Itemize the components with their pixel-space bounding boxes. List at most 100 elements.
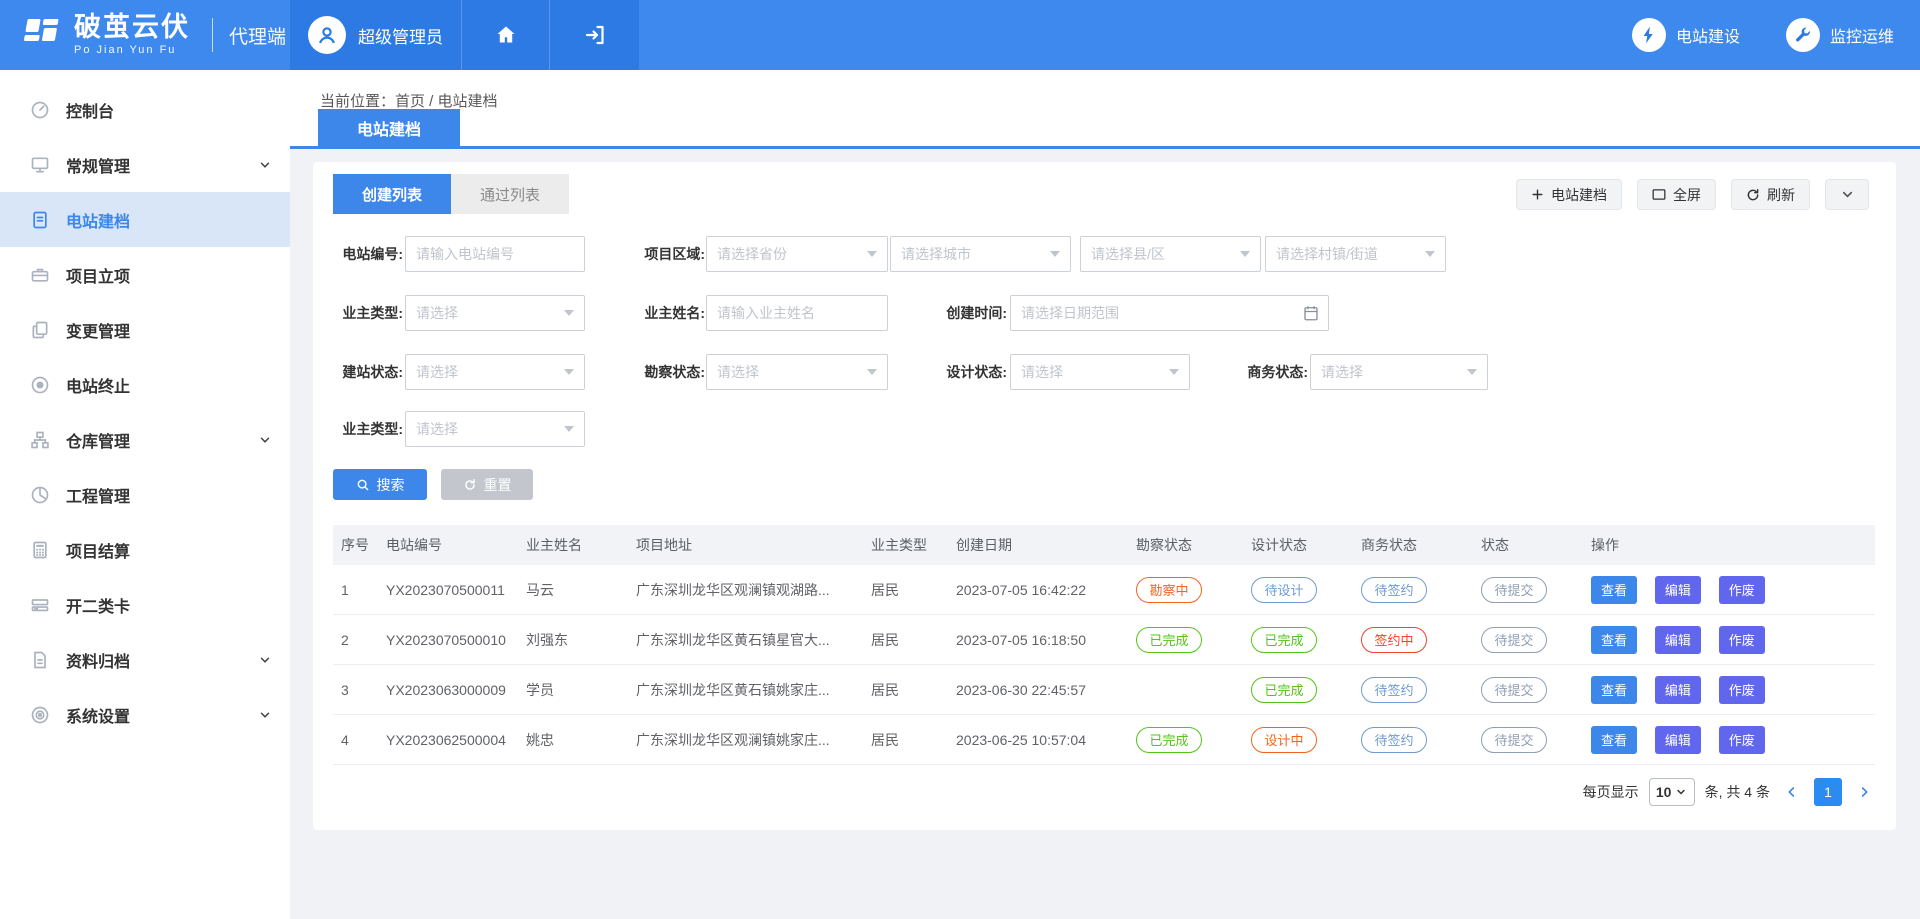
select-arrow-icon bbox=[1050, 251, 1060, 257]
station-code-input[interactable] bbox=[405, 236, 585, 272]
sidebar-item-engineering-mgmt[interactable]: 工程管理 bbox=[0, 467, 290, 522]
tab-create-list[interactable]: 创建列表 bbox=[333, 174, 451, 214]
plus-icon bbox=[1531, 188, 1544, 201]
refresh-icon bbox=[1746, 188, 1760, 202]
sidebar-item-project-settlement[interactable]: 项目结算 bbox=[0, 522, 290, 577]
document-icon bbox=[30, 210, 50, 230]
create-archive-button[interactable]: 电站建档 bbox=[1516, 179, 1622, 210]
select-arrow-icon bbox=[1425, 251, 1435, 257]
refresh-button[interactable]: 刷新 bbox=[1731, 179, 1810, 210]
reset-icon bbox=[463, 478, 477, 492]
owner-type-select[interactable]: 请选择 bbox=[405, 295, 585, 331]
status-badge: 待提交 bbox=[1481, 727, 1547, 753]
file-icon bbox=[30, 650, 50, 670]
user-menu[interactable]: 超级管理员 bbox=[290, 0, 461, 70]
fullscreen-button[interactable]: 全屏 bbox=[1637, 179, 1716, 210]
prev-page-button[interactable] bbox=[1780, 784, 1804, 800]
sidebar-item-station-terminate[interactable]: 电站终止 bbox=[0, 357, 290, 412]
view-button[interactable]: 查看 bbox=[1591, 676, 1637, 704]
home-button[interactable] bbox=[461, 0, 549, 70]
sidebar-item-change-mgmt[interactable]: 变更管理 bbox=[0, 302, 290, 357]
briefcase-icon bbox=[30, 265, 50, 285]
sidebar-item-data-archive[interactable]: 资料归档 bbox=[0, 632, 290, 687]
status-badge: 设计中 bbox=[1251, 727, 1317, 753]
sidebar-item-station-archive[interactable]: 电站建档 bbox=[0, 192, 290, 247]
view-button[interactable]: 查看 bbox=[1591, 626, 1637, 654]
view-button[interactable]: 查看 bbox=[1591, 576, 1637, 604]
chevron-down-icon bbox=[258, 433, 272, 447]
town-select[interactable]: 请选择村镇/街道 bbox=[1265, 236, 1446, 272]
tab-passed-list[interactable]: 通过列表 bbox=[451, 174, 569, 214]
design-status-select[interactable]: 请选择 bbox=[1010, 354, 1190, 390]
next-page-button[interactable] bbox=[1852, 784, 1876, 800]
shortcut-build-label: 电站建设 bbox=[1676, 23, 1740, 47]
portal-label: 代理端 bbox=[229, 22, 286, 49]
page-tab-station-archive[interactable]: 电站建档 bbox=[318, 109, 460, 146]
owner-name-input[interactable] bbox=[706, 295, 888, 331]
shortcut-station-build[interactable]: 电站建设 bbox=[1632, 18, 1740, 52]
select-arrow-icon bbox=[564, 310, 574, 316]
filter-label-owner-name: 业主姓名: bbox=[635, 295, 705, 331]
panel-card: 创建列表 通过列表 电站建档 全屏 刷新 bbox=[313, 162, 1896, 830]
status-badge: 待签约 bbox=[1361, 677, 1427, 703]
table-header: 序号 电站编号 业主姓名 项目地址 业主类型 创建日期 勘察状态 设计状态 商务… bbox=[333, 525, 1875, 565]
breadcrumb: 当前位置：首页 / 电站建档 bbox=[320, 90, 498, 111]
status-badge: 已完成 bbox=[1251, 677, 1317, 703]
panel-toolbar: 电站建档 全屏 刷新 bbox=[1516, 179, 1869, 210]
city-select[interactable]: 请选择城市 bbox=[890, 236, 1071, 272]
logout-icon bbox=[583, 23, 607, 47]
calendar-icon bbox=[1302, 304, 1320, 322]
reset-button[interactable]: 重置 bbox=[441, 469, 533, 500]
calculator-icon bbox=[30, 540, 50, 560]
lightning-icon bbox=[1632, 18, 1666, 52]
build-status-select[interactable]: 请选择 bbox=[405, 354, 585, 390]
filter-label-build-status: 建站状态: bbox=[331, 354, 403, 390]
bullseye-icon bbox=[30, 705, 50, 725]
sidebar-item-system-settings[interactable]: 系统设置 bbox=[0, 687, 290, 742]
view-button[interactable]: 查看 bbox=[1591, 726, 1637, 754]
void-button[interactable]: 作废 bbox=[1719, 676, 1765, 704]
main-content: 当前位置：首页 / 电站建档 电站建档 创建列表 通过列表 电站建档 全屏 bbox=[290, 70, 1920, 919]
shortcut-monitor-ops[interactable]: 监控运维 bbox=[1786, 18, 1894, 52]
filter-label-created-time: 创建时间: bbox=[935, 295, 1007, 331]
owner-type-select-2[interactable]: 请选择 bbox=[405, 411, 585, 447]
chevron-down-icon bbox=[258, 708, 272, 722]
date-range-input[interactable] bbox=[1010, 295, 1329, 331]
sidebar-item-warehouse-mgmt[interactable]: 仓库管理 bbox=[0, 412, 290, 467]
home-icon bbox=[494, 23, 518, 47]
dashboard-icon bbox=[30, 485, 50, 505]
filter-label-business-status: 商务状态: bbox=[1238, 354, 1308, 390]
filter-label-design-status: 设计状态: bbox=[935, 354, 1007, 390]
county-select[interactable]: 请选择县/区 bbox=[1080, 236, 1261, 272]
edit-button[interactable]: 编辑 bbox=[1655, 576, 1701, 604]
logout-button[interactable] bbox=[549, 0, 639, 70]
search-button[interactable]: 搜索 bbox=[333, 469, 427, 500]
brand-logo: 破茧云伏 Po Jian Yun Fu 代理端 bbox=[22, 0, 286, 70]
void-button[interactable]: 作废 bbox=[1719, 626, 1765, 654]
total-count-label: 条, 共 4 条 bbox=[1705, 782, 1770, 802]
edit-button[interactable]: 编辑 bbox=[1655, 676, 1701, 704]
username: 超级管理员 bbox=[358, 23, 443, 48]
per-page-select[interactable]: 10 bbox=[1649, 778, 1695, 806]
select-arrow-icon bbox=[564, 369, 574, 375]
sidebar-item-general-mgmt[interactable]: 常规管理 bbox=[0, 137, 290, 192]
sidebar-item-open-type2-card[interactable]: 开二类卡 bbox=[0, 577, 290, 632]
status-badge: 已完成 bbox=[1136, 627, 1202, 653]
brand-divider bbox=[212, 18, 213, 52]
select-arrow-icon bbox=[1240, 251, 1250, 257]
province-select[interactable]: 请选择省份 bbox=[706, 236, 888, 272]
edit-button[interactable]: 编辑 bbox=[1655, 726, 1701, 754]
screen: 破茧云伏 Po Jian Yun Fu 代理端 超级管理员 bbox=[0, 0, 1920, 919]
business-status-select[interactable]: 请选择 bbox=[1310, 354, 1488, 390]
survey-status-select[interactable]: 请选择 bbox=[706, 354, 888, 390]
search-icon bbox=[356, 478, 370, 492]
chevron-down-icon bbox=[258, 158, 272, 172]
edit-button[interactable]: 编辑 bbox=[1655, 626, 1701, 654]
sidebar-item-console[interactable]: 控制台 bbox=[0, 82, 290, 137]
current-page-button[interactable]: 1 bbox=[1814, 778, 1842, 806]
status-badge: 待签约 bbox=[1361, 727, 1427, 753]
void-button[interactable]: 作废 bbox=[1719, 576, 1765, 604]
sidebar-item-project-initiation[interactable]: 项目立项 bbox=[0, 247, 290, 302]
collapse-toolbar-button[interactable] bbox=[1825, 179, 1869, 210]
void-button[interactable]: 作废 bbox=[1719, 726, 1765, 754]
